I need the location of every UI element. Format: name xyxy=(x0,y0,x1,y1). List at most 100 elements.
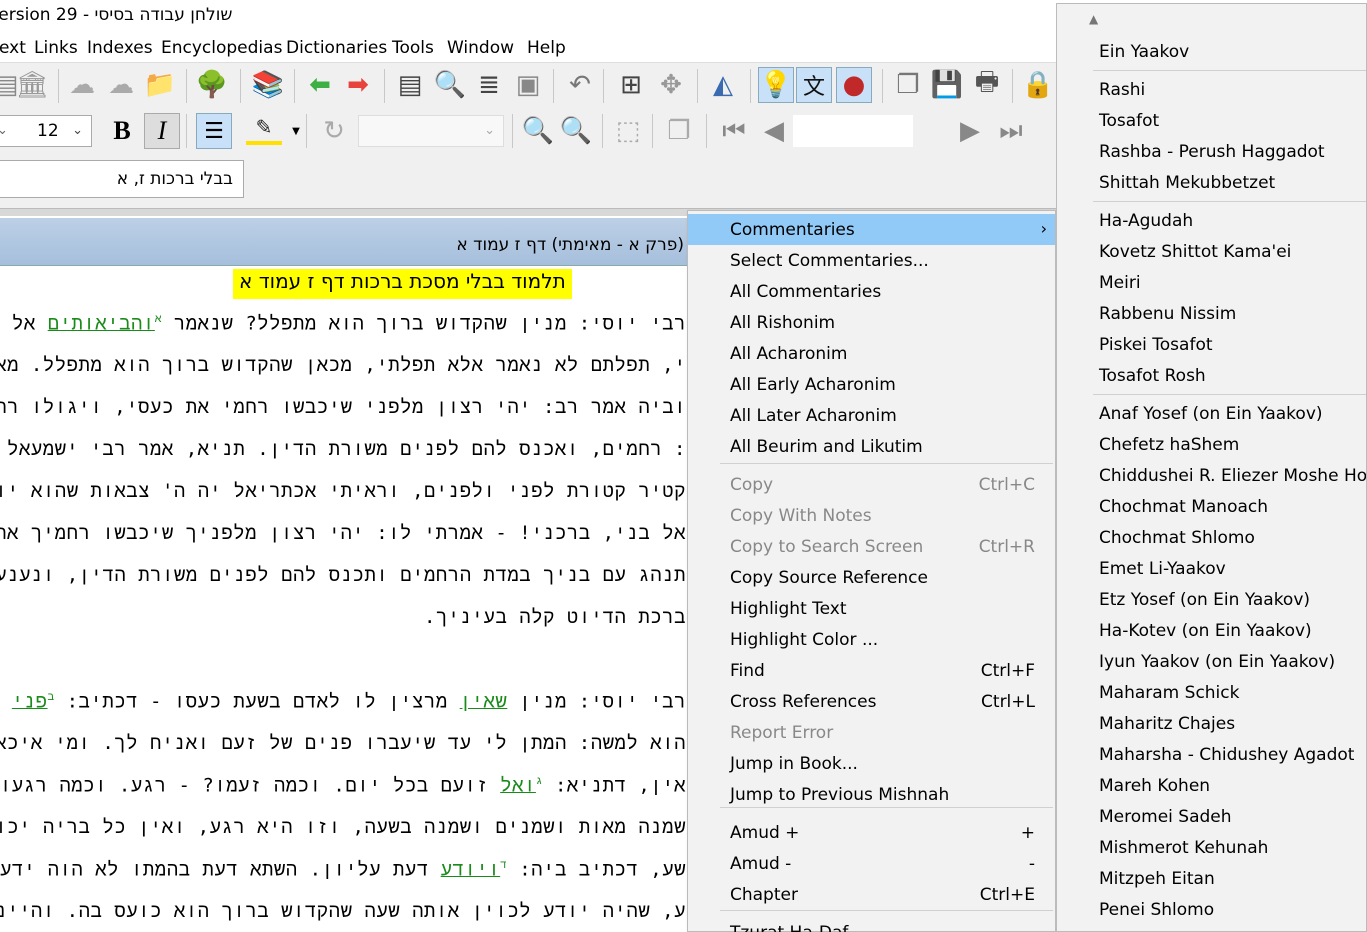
context-menu-item-select-commentaries[interactable]: Select Commentaries... xyxy=(688,245,1055,276)
page-search-icon[interactable]: 🔍 xyxy=(432,67,468,103)
select-area-icon[interactable]: ⬚ xyxy=(610,113,646,149)
submenu-item[interactable]: Chochmat Shlomo xyxy=(1099,528,1255,548)
submenu-item[interactable]: Ha-Kotev (on Ein Yaakov) xyxy=(1099,621,1312,641)
submenu-item[interactable]: Iyun Yaakov (on Ein Yaakov) xyxy=(1099,652,1335,672)
tree-icon[interactable]: 🌳 xyxy=(194,67,230,103)
location-input[interactable]: בבלי ברכות ז, א xyxy=(0,160,244,198)
submenu-item[interactable]: Meiri xyxy=(1099,273,1141,293)
submenu-item[interactable]: Chochmat Manoach xyxy=(1099,497,1268,517)
submenu-item[interactable]: Mareh Kohen xyxy=(1099,776,1210,796)
chevron-down-icon[interactable]: ▼ xyxy=(278,113,314,149)
pomegranate-icon[interactable]: ● xyxy=(836,67,872,103)
menu-window[interactable]: Window xyxy=(447,38,514,58)
footnote-marker[interactable]: ג xyxy=(536,774,543,787)
context-menu-item-copy-source-reference[interactable]: Copy Source Reference xyxy=(688,562,1055,593)
word-link[interactable]: פני xyxy=(12,690,48,712)
menu-indexes[interactable]: Indexes xyxy=(87,38,153,58)
prev-page-icon[interactable]: ◀ xyxy=(756,113,792,149)
submenu-item[interactable]: Emet Li-Yaakov xyxy=(1099,559,1226,579)
submenu-item[interactable]: Ha-Agudah xyxy=(1099,211,1193,231)
copy-pages-icon[interactable]: ❐ xyxy=(890,67,926,103)
word-link[interactable]: ואל xyxy=(500,774,536,796)
context-menu-item-all-beurim-and-likutim[interactable]: All Beurim and Likutim xyxy=(688,431,1055,462)
columns-icon[interactable]: 🏛 xyxy=(14,67,50,103)
align-icon[interactable]: ☰ xyxy=(196,113,232,149)
font-size-select[interactable]: ⌄ 12 ⌄ xyxy=(0,115,92,147)
cloud-icon[interactable]: ☁ xyxy=(103,67,139,103)
page-text-icon[interactable]: ≣ xyxy=(471,67,507,103)
pages-icon[interactable]: ❐ xyxy=(661,113,697,149)
context-menu-item-highlight-text[interactable]: Highlight Text xyxy=(688,593,1055,624)
last-page-icon[interactable]: ⏭ xyxy=(993,113,1029,149)
context-menu-item-commentaries[interactable]: Commentaries › xyxy=(688,214,1055,245)
move-icon[interactable]: ✥ xyxy=(653,67,689,103)
footnote-marker[interactable]: א xyxy=(155,312,162,325)
submenu-item[interactable]: Ein Yaakov xyxy=(1099,42,1189,62)
document-pane[interactable]: תלמוד בבלי מסכת ברכות דף ז עמוד א רבי יו… xyxy=(0,266,690,932)
zoom-in-icon[interactable]: 🔍 xyxy=(520,113,556,149)
context-menu-item-all-commentaries[interactable]: All Commentaries xyxy=(688,276,1055,307)
italic-icon[interactable]: I xyxy=(144,113,180,149)
arrow-left-icon[interactable]: ⬅ xyxy=(302,67,338,103)
context-menu-item-tzurat-ha-daf[interactable]: Tzurat Ha-Daf xyxy=(688,917,1055,932)
folder-icon[interactable]: 📁 xyxy=(142,67,178,103)
menu-text[interactable]: ext xyxy=(0,38,26,58)
word-link[interactable]: ויודע xyxy=(441,858,501,880)
submenu-item[interactable]: Etz Yosef (on Ein Yaakov) xyxy=(1099,590,1310,610)
submenu-item[interactable]: Rabbenu Nissim xyxy=(1099,304,1236,324)
context-menu-item-find[interactable]: Find Ctrl+F xyxy=(688,655,1055,686)
submenu-item[interactable]: Tosafot xyxy=(1099,111,1159,131)
context-menu-item-jump-in-book[interactable]: Jump in Book... xyxy=(688,748,1055,779)
menu-links[interactable]: Links xyxy=(34,38,78,58)
submenu-item[interactable]: Shittah Mekubbetzet xyxy=(1099,173,1275,193)
context-menu-item-chapter[interactable]: Chapter Ctrl+E xyxy=(688,879,1055,910)
lightbulb-icon[interactable]: 💡 xyxy=(758,67,794,103)
arrow-right-icon[interactable]: ➡ xyxy=(340,67,376,103)
submenu-item[interactable]: Penei Shlomo xyxy=(1099,900,1214,920)
print-icon[interactable]: 🖶 xyxy=(969,67,1005,103)
submenu-item[interactable]: Chefetz haShem xyxy=(1099,435,1239,455)
submenu-item[interactable]: Chiddushei R. Eliezer Moshe Horo xyxy=(1099,466,1366,486)
zoom-out-icon[interactable]: 🔍 xyxy=(558,113,594,149)
context-menu-item-all-later-acharonim[interactable]: All Later Acharonim xyxy=(688,400,1055,431)
context-menu-item-amud[interactable]: Amud - - xyxy=(688,848,1055,879)
word-link[interactable]: שאין xyxy=(460,690,508,712)
context-menu-item-jump-to-previous-mishnah[interactable]: Jump to Previous Mishnah xyxy=(688,779,1055,810)
context-menu-item-all-rishonim[interactable]: All Rishonim xyxy=(688,307,1055,338)
translate-icon[interactable]: 文 xyxy=(796,67,832,103)
cloud-help-icon[interactable]: ☁ xyxy=(64,67,100,103)
menu-help[interactable]: Help xyxy=(527,38,566,58)
submenu-item[interactable]: Kovetz Shittot Kama'ei xyxy=(1099,242,1291,262)
next-page-icon[interactable]: ▶ xyxy=(952,113,988,149)
first-page-icon[interactable]: ⏮ xyxy=(716,113,752,149)
eraser-icon[interactable]: ◭ xyxy=(705,67,741,103)
books-icon[interactable]: 📚 xyxy=(250,67,286,103)
submenu-item[interactable]: Mishmerot Kehunah xyxy=(1099,838,1268,858)
context-menu-item-all-early-acharonim[interactable]: All Early Acharonim xyxy=(688,369,1055,400)
bold-icon[interactable]: B xyxy=(104,113,140,149)
context-menu-item-amud[interactable]: Amud + + xyxy=(688,817,1055,848)
menu-tools[interactable]: Tools xyxy=(392,38,434,58)
submenu-item[interactable]: Piskei Tosafot xyxy=(1099,335,1213,355)
page-icon[interactable]: ▤ xyxy=(392,67,428,103)
lock-icon[interactable]: 🔒 xyxy=(1020,67,1056,103)
highlight-icon[interactable]: ✎ xyxy=(246,113,282,145)
word-link[interactable]: והביאותים xyxy=(48,312,155,334)
tree-view-icon[interactable]: ⊞ xyxy=(613,67,649,103)
submenu-item[interactable]: Rashi xyxy=(1099,80,1145,100)
context-menu-item-all-acharonim[interactable]: All Acharonim xyxy=(688,338,1055,369)
submenu-item[interactable]: Meromei Sadeh xyxy=(1099,807,1232,827)
menu-dictionaries[interactable]: Dictionaries xyxy=(286,38,387,58)
submenu-item[interactable]: Tosafot Rosh xyxy=(1099,366,1206,386)
save-icon[interactable]: 💾 xyxy=(929,67,965,103)
footnote-marker[interactable]: ב xyxy=(48,690,55,703)
submenu-item[interactable]: Anaf Yosef (on Ein Yaakov) xyxy=(1099,404,1323,424)
submenu-item[interactable]: Maharitz Chajes xyxy=(1099,714,1235,734)
context-menu-item-highlight-color[interactable]: Highlight Color ... xyxy=(688,624,1055,655)
scroll-up-icon[interactable]: ▲ xyxy=(1089,12,1098,26)
menu-encyclopedias[interactable]: Encyclopedias xyxy=(161,38,282,58)
undo-icon[interactable]: ↶ xyxy=(562,67,598,103)
submenu-item[interactable]: Maharam Schick xyxy=(1099,683,1239,703)
submenu-item[interactable]: Mitzpeh Eitan xyxy=(1099,869,1215,889)
submenu-item[interactable]: Rashba - Perush Haggadot xyxy=(1099,142,1325,162)
